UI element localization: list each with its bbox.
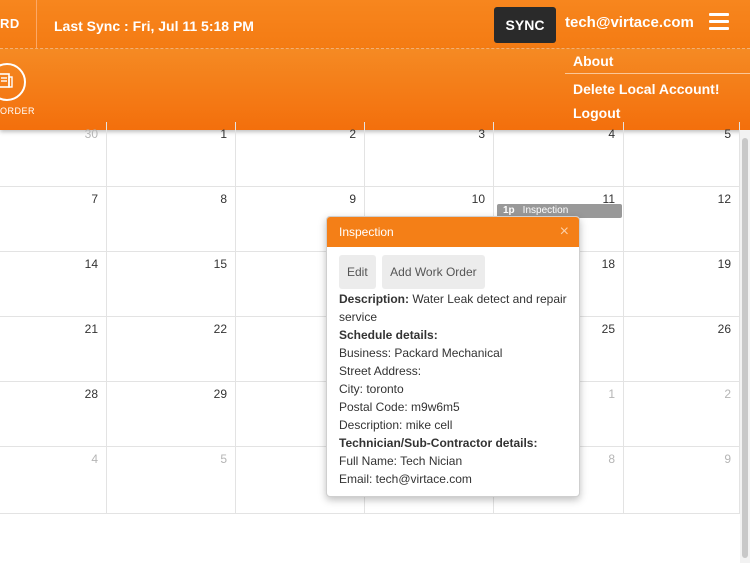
day-number: 2	[724, 387, 731, 401]
day-number: 21	[84, 322, 98, 336]
calendar-day-cell[interactable]: 9	[624, 447, 740, 514]
day-number: 2	[349, 127, 356, 141]
calendar-day-cell[interactable]: 28	[0, 382, 107, 447]
popover-body: Description: Water Leak detect and repai…	[339, 290, 567, 488]
day-number: 28	[84, 387, 98, 401]
technician-heading: Technician/Sub-Contractor details:	[339, 436, 538, 450]
work-order-label: ORDER	[0, 106, 36, 116]
postal-line: Postal Code: m9w6m5	[339, 400, 460, 414]
calendar-day-cell[interactable]: 21	[0, 317, 107, 382]
day-number: 26	[717, 322, 731, 336]
event-time: 1p	[503, 205, 515, 216]
user-email: tech@virtace.com	[565, 14, 694, 31]
description-line: Description: Water Leak detect and repai…	[339, 290, 567, 326]
full-name-line: Full Name: Tech Nician	[339, 454, 463, 468]
email-line: Email: tech@virtace.com	[339, 472, 472, 486]
top-bar: RD Last Sync : Fri, Jul 11 5:18 PM SYNC …	[0, 0, 750, 49]
calendar-day-cell[interactable]: 29	[107, 382, 236, 447]
nav-item-partial[interactable]: RD	[0, 0, 37, 48]
calendar-day-cell[interactable]: 30	[0, 122, 107, 187]
add-work-order-button[interactable]: Add Work Order	[382, 255, 485, 289]
calendar-day-cell[interactable]: 1	[107, 122, 236, 187]
day-number: 29	[213, 387, 227, 401]
calendar-day-cell[interactable]: 4	[0, 447, 107, 514]
last-sync-text: Last Sync : Fri, Jul 11 5:18 PM	[54, 18, 254, 34]
day-number: 25	[601, 322, 615, 336]
day-number: 10	[471, 192, 485, 206]
day-number: 9	[724, 452, 731, 466]
calendar-day-cell[interactable]: 12	[624, 187, 740, 252]
day-number: 22	[213, 322, 227, 336]
day-number: 15	[213, 257, 227, 271]
day-number: 3	[478, 127, 485, 141]
day-number: 7	[91, 192, 98, 206]
day-number: 5	[220, 452, 227, 466]
business-line: Business: Packard Mechanical	[339, 346, 503, 360]
day-number: 4	[91, 452, 98, 466]
day-number: 8	[608, 452, 615, 466]
calendar-day-cell[interactable]: 3	[365, 122, 494, 187]
day-number: 12	[717, 192, 731, 206]
street-line: Street Address:	[339, 364, 422, 378]
calendar-day-cell[interactable]: 14	[0, 252, 107, 317]
calendar-day-cell[interactable]: 8	[107, 187, 236, 252]
schedule-heading: Schedule details:	[339, 328, 438, 342]
schedule-description-line: Description: mike cell	[339, 418, 453, 432]
day-number: 5	[724, 127, 731, 141]
close-icon[interactable]: ×	[560, 217, 569, 247]
work-order-icon[interactable]	[0, 63, 26, 101]
edit-button[interactable]: Edit	[339, 255, 376, 289]
popover-header: Inspection ×	[327, 217, 579, 247]
calendar-day-cell[interactable]: 2	[624, 382, 740, 447]
calendar-day-cell[interactable]: 5	[624, 122, 740, 187]
day-number: 18	[601, 257, 615, 271]
day-number: 1	[608, 387, 615, 401]
scrollbar-thumb[interactable]	[742, 138, 748, 558]
calendar-day-cell[interactable]: 15	[107, 252, 236, 317]
calendar-day-cell[interactable]: 2	[236, 122, 365, 187]
calendar-day-cell[interactable]: 4	[494, 122, 624, 187]
calendar-day-cell[interactable]: 5	[107, 447, 236, 514]
menu-item-about[interactable]: About	[565, 50, 750, 74]
calendar-day-cell[interactable]: 26	[624, 317, 740, 382]
day-number: 1	[220, 127, 227, 141]
dropdown-menu: About Delete Local Account! Logout	[565, 50, 750, 126]
day-number: 9	[349, 192, 356, 206]
day-number: 30	[84, 127, 98, 141]
calendar-day-cell[interactable]: 22	[107, 317, 236, 382]
calendar-day-cell[interactable]: 19	[624, 252, 740, 317]
menu-item-delete-local-account[interactable]: Delete Local Account!	[565, 78, 750, 102]
day-number: 4	[608, 127, 615, 141]
vertical-scrollbar[interactable]	[740, 130, 750, 563]
description-label: Description:	[339, 292, 410, 306]
city-line: City: toronto	[339, 382, 404, 396]
day-number: 8	[220, 192, 227, 206]
hamburger-menu-icon[interactable]	[709, 13, 731, 33]
popover-title: Inspection	[339, 225, 394, 239]
calendar-day-cell[interactable]: 7	[0, 187, 107, 252]
day-number: 19	[717, 257, 731, 271]
event-popover: Inspection × Edit Add Work Order Descrip…	[326, 216, 580, 497]
day-number: 14	[84, 257, 98, 271]
event-title: Inspection	[522, 205, 569, 216]
sync-button[interactable]: SYNC	[494, 7, 556, 43]
